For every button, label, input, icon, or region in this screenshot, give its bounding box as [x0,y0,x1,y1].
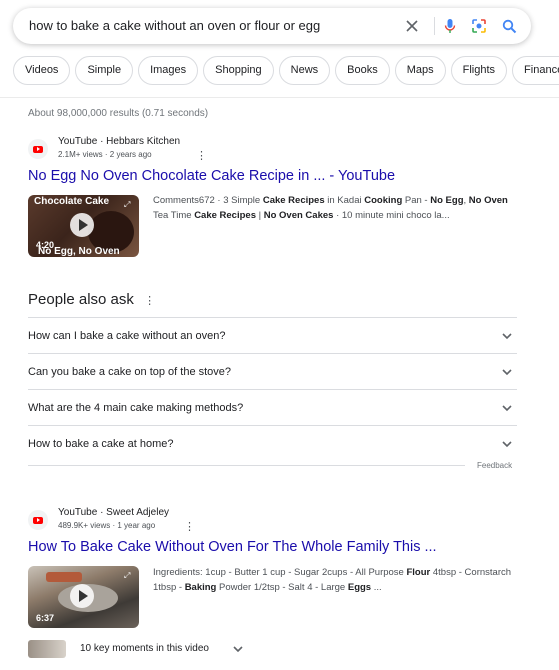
source-meta: 489.9K+ views · 1 year ago [58,521,156,530]
lens-icon[interactable] [469,16,489,36]
search-bar: how to bake a cake without an oven or fl… [13,8,531,44]
snippet-highlight: Baking [184,582,217,593]
video-duration: 6:37 [36,613,55,623]
filter-chips: Videos Simple Images Shopping News Books Maps F… [13,56,559,85]
source-name: YouTube · Sweet Adjeley [58,507,170,518]
thumbnail-caption-top: Chocolate Cake [34,196,110,207]
chevron-down-icon [502,369,512,376]
chip-images[interactable]: Images [138,56,199,85]
snippet-highlight: No Oven [468,195,508,206]
chip-maps[interactable]: Maps [394,56,446,85]
snippet-highlight: No Egg [430,195,464,206]
snippet-highlight: Eggs [347,582,372,593]
chip-videos[interactable]: Videos [13,56,71,85]
paa-question[interactable]: What are the 4 main cake making methods? [28,389,517,426]
close-icon[interactable] [402,16,422,36]
more-options-icon[interactable]: ⋮ [144,295,155,307]
snippet-text: Comments672 · 3 Simple [153,195,263,206]
result-source[interactable]: YouTube · Sweet Adjeley 489.9K+ views · … [28,507,328,533]
paa-question-text: How can I bake a cake without an oven? [28,330,226,342]
chip-simple[interactable]: Simple [75,56,134,85]
more-options-icon[interactable]: ⋮ [196,151,207,162]
cake-pieces-image [46,572,82,582]
expand-icon: ⤢ [124,200,131,209]
paa-question[interactable]: Can you bake a cake on top of the stove? [28,353,517,390]
source-name: YouTube · Hebbars Kitchen [58,136,181,147]
chevron-down-icon [502,405,512,412]
key-moments-label: 10 key moments in this video [80,643,209,654]
snippet-highlight: Cake Recipes [262,195,325,206]
snippet-highlight: Cake Recipes [194,210,256,221]
result-snippet: Comments672 · 3 Simple Cake Recipes in K… [153,193,518,223]
snippet-highlight: No Oven Cakes [263,210,334,221]
feedback-link[interactable]: Feedback [477,461,512,470]
chevron-down-icon [502,333,512,340]
key-moments-toggle[interactable]: 10 key moments in this video [28,640,258,660]
paa-question-text: What are the 4 main cake making methods? [28,402,244,414]
search-divider [434,17,435,35]
search-input[interactable]: how to bake a cake without an oven or fl… [29,18,320,33]
chevron-down-icon [502,441,512,448]
result-stats: About 98,000,000 results (0.71 seconds) [28,108,209,119]
youtube-icon [28,139,48,159]
chip-books[interactable]: Books [335,56,390,85]
snippet-text: Pan - [402,195,431,206]
chevron-down-icon [233,646,243,653]
chip-news[interactable]: News [278,56,331,85]
paa-question-text: Can you bake a cake on top of the stove? [28,366,232,378]
result-title-link[interactable]: No Egg No Oven Chocolate Cake Recipe in … [28,168,395,184]
paa-divider [28,465,465,466]
thumbnail-caption-bottom: No Egg, No Oven [38,246,120,257]
snippet-text: Tea Time [153,210,195,221]
people-also-ask-title: People also ask ⋮ [28,291,155,308]
paa-title-text: People also ask [28,291,134,308]
source-meta: 2.1M+ views · 2 years ago [58,150,152,159]
key-moments-thumbnails [28,640,66,658]
snippet-text: | [255,210,264,221]
chip-finance[interactable]: Finance [512,56,559,85]
snippet-text: Ingredients: 1cup - Butter 1 cup - Sugar… [153,567,407,578]
snippet-text: in Kadai [324,195,365,206]
header-divider [0,97,559,98]
result-source[interactable]: YouTube · Hebbars Kitchen 2.1M+ views · … [28,136,328,162]
expand-icon: ⤢ [124,571,131,580]
paa-question-text: How to bake a cake at home? [28,438,174,450]
snippet-highlight: Cooking [364,195,403,206]
result-title-link[interactable]: How To Bake Cake Without Oven For The Wh… [28,539,437,555]
snippet-highlight: Flour [406,567,431,578]
result-snippet: Ingredients: 1cup - Butter 1 cup - Sugar… [153,565,518,595]
snippet-text: · 10 minute mini choco la... [333,210,450,221]
search-icon[interactable] [499,16,519,36]
paa-question[interactable]: How can I bake a cake without an oven? [28,317,517,354]
chip-flights[interactable]: Flights [450,56,508,85]
snippet-text: ... [371,582,382,593]
more-options-icon[interactable]: ⋮ [184,522,195,533]
play-icon [70,584,94,608]
youtube-icon [28,510,48,530]
snippet-text: Powder 1/2tsp - Salt 4 - Large [216,582,348,593]
video-thumbnail[interactable]: Chocolate Cake ⤢ 4:20 No Egg, No Oven [28,195,139,257]
paa-question[interactable]: How to bake a cake at home? [28,425,517,462]
chip-shopping[interactable]: Shopping [203,56,274,85]
microphone-icon[interactable] [440,16,460,36]
video-thumbnail[interactable]: ⤢ 6:37 [28,566,139,628]
play-icon [70,213,94,237]
